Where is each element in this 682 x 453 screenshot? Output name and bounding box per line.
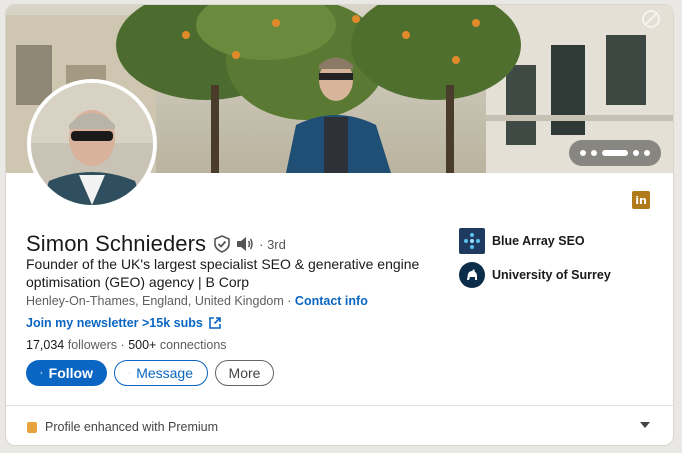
message-button[interactable]: Message [114, 360, 208, 386]
premium-banner[interactable]: Profile enhanced with Premium [27, 420, 218, 434]
chevron-down-icon[interactable] [640, 422, 650, 428]
camera-icon[interactable] [641, 9, 661, 29]
followers-label[interactable]: followers [68, 338, 117, 352]
linkedin-icon[interactable]: in [632, 191, 650, 209]
carousel-dot[interactable] [591, 150, 597, 156]
message-label: Message [136, 365, 193, 381]
section-divider [6, 405, 673, 406]
blue-array-logo-icon [459, 228, 485, 254]
connection-degree: · 3rd [259, 236, 286, 252]
external-link-icon [209, 317, 221, 329]
location-row: Henley-On-Thames, England, United Kingdo… [26, 294, 368, 308]
carousel-dot[interactable] [633, 150, 639, 156]
location-separator: · [287, 294, 292, 308]
carousel-dot[interactable] [644, 150, 650, 156]
organizations: Blue Array SEO University of Surrey [459, 228, 611, 296]
org-item-blue-array[interactable]: Blue Array SEO [459, 228, 611, 254]
speaker-icon[interactable] [235, 235, 255, 253]
stats-separator: · [120, 338, 125, 352]
send-icon [129, 372, 131, 374]
university-of-surrey-logo-icon [459, 262, 485, 288]
newsletter-label: Join my newsletter >15k subs [26, 316, 203, 330]
carousel-dot-active[interactable] [602, 150, 628, 156]
contact-info-link[interactable]: Contact info [295, 294, 368, 308]
name-row: Simon Schnieders · 3rd [26, 231, 286, 257]
newsletter-link[interactable]: Join my newsletter >15k subs [26, 316, 221, 330]
org-item-university-of-surrey[interactable]: University of Surrey [459, 262, 611, 288]
verified-shield-icon[interactable] [213, 235, 231, 253]
connections-label[interactable]: connections [160, 338, 227, 352]
profile-headline: Founder of the UK's largest specialist S… [26, 256, 420, 290]
profile-card: in Simon Schnieders · 3rd Founder of the… [5, 4, 674, 446]
plus-icon [40, 371, 43, 375]
org-name: Blue Array SEO [492, 234, 585, 248]
profile-actions: Follow Message More [26, 360, 274, 386]
follow-label: Follow [48, 365, 93, 381]
carousel-dot[interactable] [580, 150, 586, 156]
linkedin-badge-text: in [635, 193, 647, 207]
profile-name: Simon Schnieders [26, 231, 207, 256]
profile-location: Henley-On-Thames, England, United Kingdo… [26, 294, 284, 308]
profile-stats: 17,034 followers · 500+ connections [26, 338, 227, 352]
org-name: University of Surrey [492, 268, 611, 282]
premium-icon [27, 421, 37, 433]
premium-label: Profile enhanced with Premium [45, 420, 218, 434]
cover-carousel-dots[interactable] [569, 140, 661, 166]
more-button[interactable]: More [215, 360, 274, 386]
more-label: More [228, 365, 261, 381]
follow-button[interactable]: Follow [26, 360, 107, 386]
followers-count: 17,034 [26, 338, 65, 352]
connections-count: 500+ [128, 338, 157, 352]
profile-avatar[interactable] [27, 79, 157, 209]
